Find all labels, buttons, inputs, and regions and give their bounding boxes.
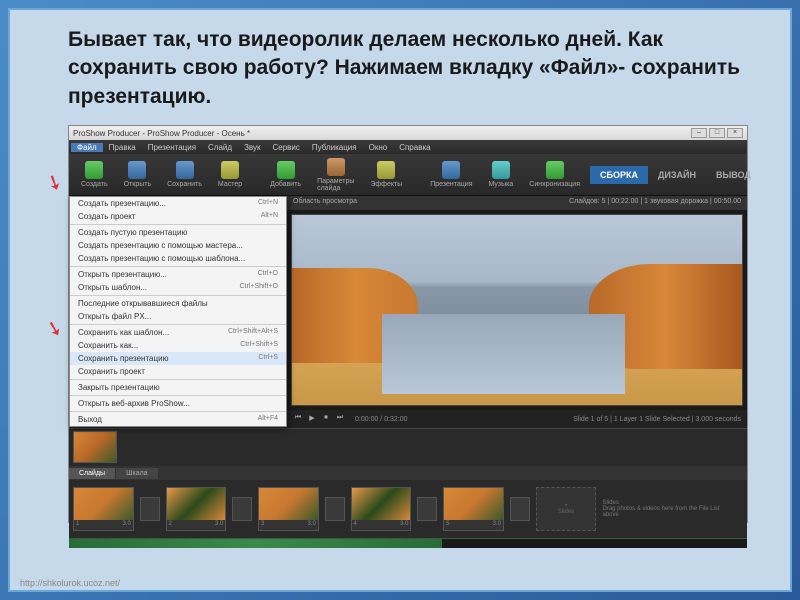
slide-title: Бывает так, что видеоролик делаем нескол… — [68, 26, 762, 111]
annotation-arrow-2: ➘ — [43, 314, 66, 342]
timeline-slide-2[interactable]: 23.0 — [166, 487, 227, 531]
params-icon — [327, 158, 345, 176]
next-button[interactable]: ⏭ — [335, 414, 345, 424]
slide-info: Slide 1 of 5 | 1 Layer 1 Slide Selected … — [573, 416, 741, 423]
time-display: 0:00:00 / 0:32:00 — [355, 416, 408, 423]
folder-icon — [128, 161, 146, 179]
file-strip — [69, 428, 747, 466]
add-icon — [277, 161, 295, 179]
tool-wizard[interactable]: Мастер — [212, 159, 248, 190]
transition-1[interactable] — [140, 497, 160, 521]
dd-exit[interactable]: ВыходAlt+F4 — [70, 413, 286, 426]
tool-add[interactable]: Добавить — [264, 159, 307, 190]
transition-3[interactable] — [325, 497, 345, 521]
timeline-slide-5[interactable]: 53.0 — [443, 487, 504, 531]
dd-new-project[interactable]: Создать проектAlt+N — [70, 210, 286, 223]
menu-bar: Файл Правка Презентация Слайд Звук Серви… — [69, 140, 747, 154]
screen-icon — [442, 161, 460, 179]
tab-build[interactable]: СБОРКА — [590, 166, 648, 184]
timeline: 13.0 23.0 33.0 43.0 53.0 +Slides Slides … — [69, 480, 747, 538]
star-icon — [377, 161, 395, 179]
menu-audio[interactable]: Звук — [238, 143, 266, 152]
preview-info: Слайдов: 5 | 00:22.00 | 1 звуковая дорож… — [569, 198, 741, 208]
dd-new-presentation[interactable]: Создать презентацию...Ctrl+N — [70, 197, 286, 210]
menu-window[interactable]: Окно — [363, 143, 394, 152]
wand-icon — [221, 161, 239, 179]
title-bar: ProShow Producer - ProShow Producer - Ос… — [69, 126, 747, 140]
menu-presentation[interactable]: Презентация — [142, 143, 202, 152]
file-dropdown: Создать презентацию...Ctrl+N Создать про… — [69, 196, 287, 427]
tool-slide-params[interactable]: Параметры слайда — [311, 156, 360, 194]
music-icon — [492, 161, 510, 179]
file-thumb[interactable] — [73, 431, 117, 463]
dd-save-project[interactable]: Сохранить проект — [70, 365, 286, 378]
dd-save-as[interactable]: Сохранить как...Ctrl+Shift+S — [70, 339, 286, 352]
transition-5[interactable] — [510, 497, 530, 521]
app-screenshot: ProShow Producer - ProShow Producer - Ос… — [68, 125, 748, 523]
dd-create-template[interactable]: Создать презентацию с помощью шаблона... — [70, 252, 286, 265]
tab-design[interactable]: ДИЗАЙН — [648, 166, 706, 184]
prev-button[interactable]: ⏮ — [293, 414, 303, 424]
dd-recent[interactable]: Последние открывавшиеся файлы — [70, 297, 286, 310]
player-bar: ⏮ ▶ ⏹ ⏭ 0:00:00 / 0:32:00 Slide 1 of 5 |… — [287, 410, 747, 428]
tab-output[interactable]: ВЫВОД — [706, 166, 761, 184]
preview-image — [291, 214, 743, 406]
tool-open[interactable]: Открыть — [118, 159, 158, 190]
menu-help[interactable]: Справка — [393, 143, 436, 152]
sync-icon — [546, 161, 564, 179]
dd-create-blank[interactable]: Создать пустую презентацию — [70, 226, 286, 239]
timeline-slide-1[interactable]: 13.0 — [73, 487, 134, 531]
tab-scale[interactable]: Шкала — [116, 468, 158, 479]
menu-slide[interactable]: Слайд — [202, 143, 238, 152]
tool-save[interactable]: Сохранить — [161, 159, 208, 190]
timeline-summary: Slides Drag photos & videos here from th… — [602, 500, 743, 518]
dd-open-archive[interactable]: Открыть веб-архив ProShow... — [70, 397, 286, 410]
menu-edit[interactable]: Правка — [103, 143, 142, 152]
toolbar: Создать Открыть Сохранить Мастер Добавит… — [69, 154, 747, 196]
tab-slides[interactable]: Слайды — [69, 468, 115, 479]
menu-tools[interactable]: Сервис — [266, 143, 305, 152]
plus-icon — [85, 161, 103, 179]
preview-area: Область просмотра Слайдов: 5 | 00:22.00 … — [287, 196, 747, 428]
footer-url: http://shkolurok.ucoz.net/ — [20, 578, 120, 588]
dd-open-presentation[interactable]: Открыть презентацию...Ctrl+O — [70, 268, 286, 281]
dd-save-as-template[interactable]: Сохранить как шаблон...Ctrl+Shift+Alt+S — [70, 326, 286, 339]
timeline-slide-3[interactable]: 33.0 — [258, 487, 319, 531]
transition-4[interactable] — [417, 497, 437, 521]
close-button[interactable]: × — [727, 128, 743, 138]
disk-icon — [176, 161, 194, 179]
add-slide[interactable]: +Slides — [536, 487, 597, 531]
tool-music[interactable]: Музыка — [483, 159, 520, 190]
dd-open-template[interactable]: Открыть шаблон...Ctrl+Shift+O — [70, 281, 286, 294]
transition-2[interactable] — [232, 497, 252, 521]
dd-save-presentation[interactable]: Сохранить презентациюCtrl+S — [70, 352, 286, 365]
menu-file[interactable]: Файл — [71, 143, 103, 152]
annotation-arrow-1: ➘ — [42, 168, 68, 198]
window-title: ProShow Producer - ProShow Producer - Ос… — [73, 129, 691, 138]
timeline-slide-4[interactable]: 43.0 — [351, 487, 412, 531]
audio-track[interactable] — [69, 538, 747, 548]
tool-sync[interactable]: Синхронизация — [523, 159, 586, 190]
preview-label: Область просмотра — [293, 198, 357, 208]
minimize-button[interactable]: – — [691, 128, 707, 138]
dd-create-wizard[interactable]: Создать презентацию с помощью мастера... — [70, 239, 286, 252]
tool-effects[interactable]: Эффекты — [364, 159, 408, 190]
dd-close-presentation[interactable]: Закрыть презентацию — [70, 381, 286, 394]
play-button[interactable]: ▶ — [307, 414, 317, 424]
tool-presentation[interactable]: Презентация — [424, 159, 478, 190]
tool-new[interactable]: Создать — [75, 159, 114, 190]
dd-open-px[interactable]: Открыть файл PX... — [70, 310, 286, 323]
maximize-button[interactable]: □ — [709, 128, 725, 138]
menu-publish[interactable]: Публикация — [306, 143, 363, 152]
stop-button[interactable]: ⏹ — [321, 414, 331, 424]
